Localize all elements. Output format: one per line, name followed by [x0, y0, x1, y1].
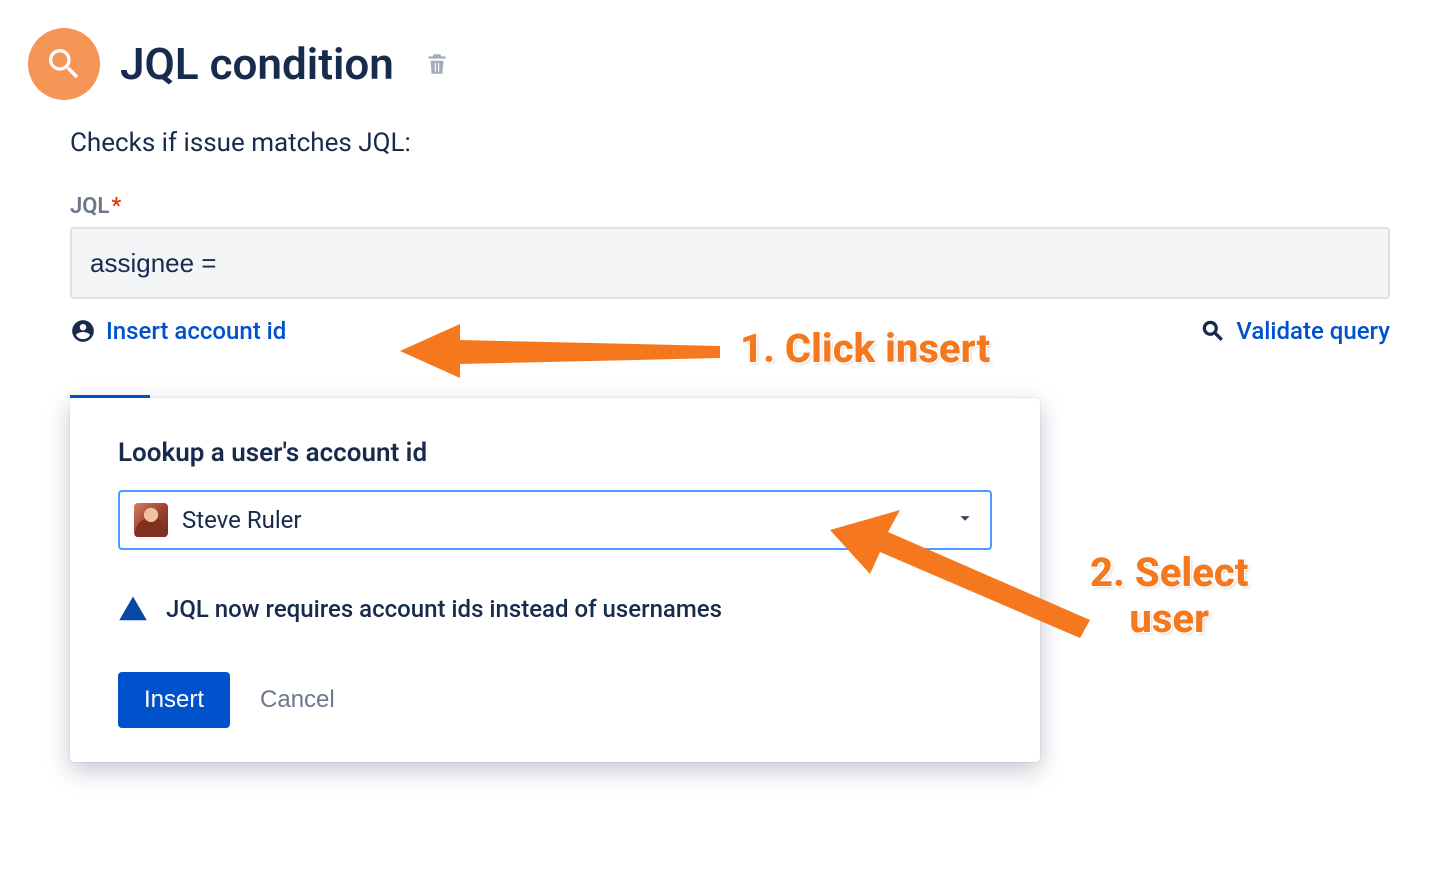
description-text: Checks if issue matches JQL: [70, 128, 1408, 158]
lookup-user-popup: Lookup a user's account id Steve Ruler J… [70, 398, 1040, 762]
page-title: JQL condition [120, 38, 394, 90]
insert-button[interactable]: Insert [118, 672, 230, 728]
insert-account-id-link[interactable]: Insert account id [70, 317, 286, 345]
header-row: JQL condition [28, 28, 1408, 100]
info-message-row: JQL now requires account ids instead of … [118, 594, 992, 624]
annotation-step2-text: 2. Select user [1090, 550, 1248, 642]
search-icon-badge [28, 28, 100, 100]
popup-active-tab-indicator [70, 395, 150, 398]
jql-field-label: JQL* [70, 194, 1408, 219]
cancel-button[interactable]: Cancel [260, 686, 335, 714]
insert-account-id-label: Insert account id [106, 317, 286, 345]
delete-button[interactable] [424, 51, 450, 77]
jql-label-text: JQL [70, 194, 109, 219]
search-icon [1200, 318, 1226, 344]
popup-title: Lookup a user's account id [118, 438, 992, 468]
warning-icon [118, 594, 148, 624]
validate-query-link[interactable]: Validate query [1200, 317, 1390, 345]
validate-query-label: Validate query [1236, 317, 1390, 345]
jql-input[interactable] [70, 227, 1390, 299]
avatar [134, 503, 168, 537]
info-message-text: JQL now requires account ids instead of … [166, 595, 722, 623]
search-icon [44, 44, 84, 84]
chevron-down-icon [954, 507, 976, 533]
trash-icon [424, 51, 450, 77]
selected-user-name: Steve Ruler [182, 506, 302, 534]
required-indicator: * [111, 194, 121, 219]
user-select-dropdown[interactable]: Steve Ruler [118, 490, 992, 550]
user-circle-icon [70, 318, 96, 344]
